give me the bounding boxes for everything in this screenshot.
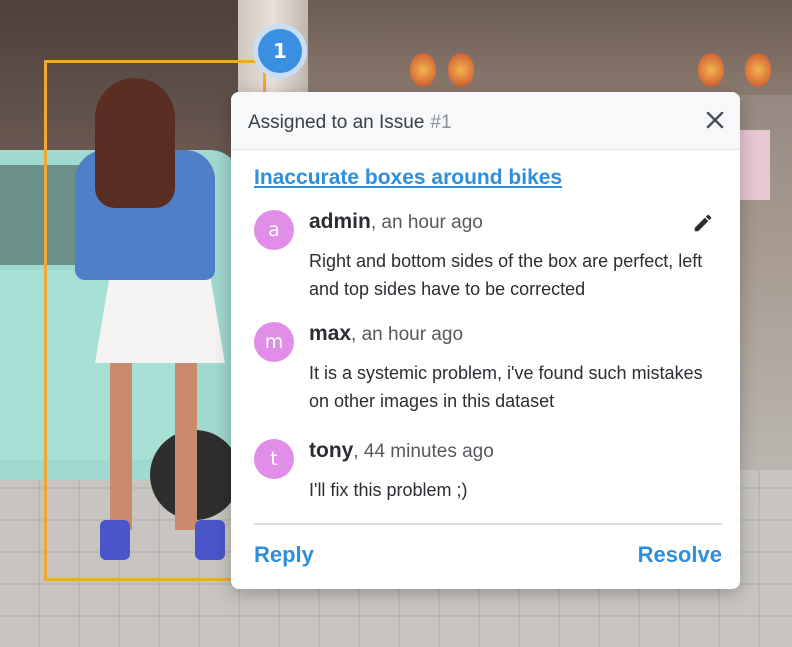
avatar: a [254, 210, 294, 250]
close-button[interactable] [704, 109, 726, 131]
avatar: t [254, 439, 294, 479]
divider [254, 523, 722, 525]
comment-header: max, an hour ago [309, 322, 463, 346]
popup-title: Assigned to an Issue #1 [248, 112, 452, 134]
popup-header: Assigned to an Issue #1 [231, 92, 740, 150]
comment-item: a admin, an hour ago Right and bottom si… [254, 210, 724, 310]
edit-comment-button[interactable] [692, 212, 714, 234]
close-icon [706, 111, 724, 129]
mannequin-head [410, 53, 436, 87]
popup-title-text: Assigned to an Issue [248, 112, 425, 133]
comment-author: tony [309, 439, 354, 462]
mannequin-head [698, 53, 724, 87]
reply-button[interactable]: Reply [254, 542, 314, 568]
comment-header: admin, an hour ago [309, 210, 483, 234]
mannequin-head [745, 53, 771, 87]
comment-time: , an hour ago [351, 324, 464, 345]
comment-time: , an hour ago [370, 212, 483, 233]
issue-popup: Assigned to an Issue #1 Inaccurate boxes … [231, 92, 740, 589]
comment-author: admin [309, 210, 371, 233]
mannequin-head [448, 53, 474, 87]
annotation-marker[interactable]: 1 [253, 24, 307, 78]
comment-item: m max, an hour ago It is a systemic prob… [254, 322, 724, 422]
comment-author: max [309, 322, 352, 345]
resolve-button[interactable]: Resolve [638, 542, 722, 568]
pencil-icon [694, 214, 712, 232]
issue-title-link[interactable]: Inaccurate boxes around bikes [254, 166, 562, 190]
avatar: m [254, 322, 294, 362]
issue-number: #1 [430, 112, 452, 133]
comment-text: I'll fix this problem ;) [309, 480, 468, 500]
comment-time: , 44 minutes ago [353, 441, 494, 462]
comment-text: It is a systemic problem, i've found suc… [309, 363, 703, 411]
comment-text: Right and bottom sides of the box are pe… [309, 251, 703, 299]
comment-header: tony, 44 minutes ago [309, 439, 494, 463]
annotation-marker-number: 1 [258, 29, 302, 73]
comment-item: t tony, 44 minutes ago I'll fix this pro… [254, 439, 724, 514]
